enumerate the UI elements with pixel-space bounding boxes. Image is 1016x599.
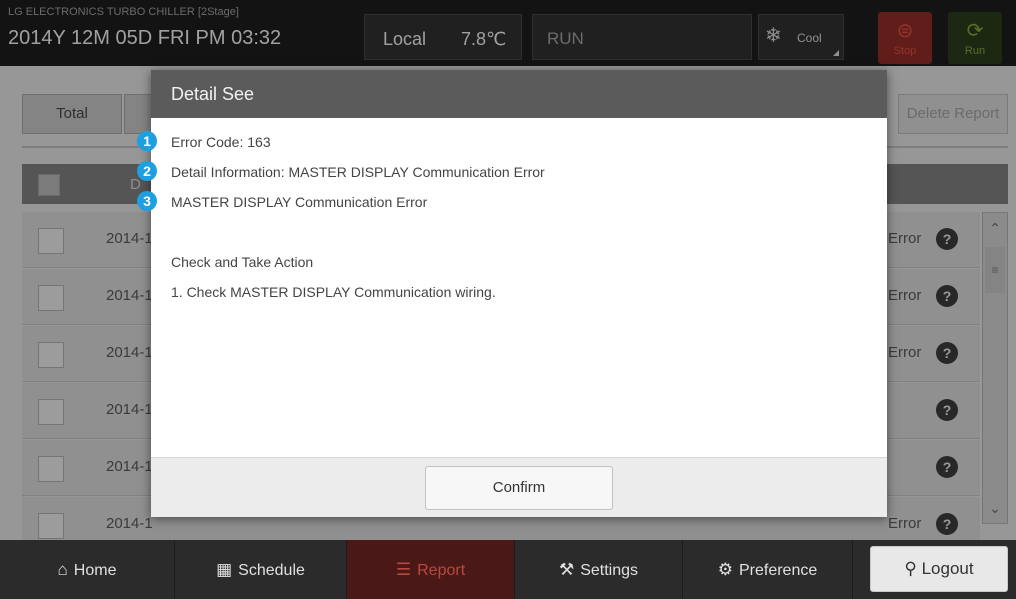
nav-preference[interactable]: ⚙ Preference (683, 540, 853, 599)
error-code: Error Code: 163 (171, 134, 271, 150)
logout-button[interactable]: ⚲ Logout (870, 546, 1008, 592)
detail-information: Detail Information: MASTER DISPLAY Commu… (171, 164, 545, 180)
nav-report-label: Report (417, 562, 466, 579)
action-heading: Check and Take Action (171, 254, 314, 270)
nav-home[interactable]: ⌂ Home (0, 540, 175, 599)
marker-2: 2 (137, 161, 157, 181)
logout-label: Logout (921, 559, 974, 578)
nav-report[interactable]: ☰ Report (347, 540, 515, 599)
marker-1: 1 (137, 131, 157, 151)
nav-schedule-label: Schedule (238, 562, 305, 579)
marker-3: 3 (137, 191, 157, 211)
tools-icon: ⚒ (558, 560, 575, 579)
action-step-1: 1. Check MASTER DISPLAY Communication wi… (171, 284, 496, 300)
calendar-icon: ▦ (216, 560, 233, 579)
nav-home-label: Home (73, 562, 117, 579)
home-icon: ⌂ (57, 560, 68, 579)
nav-schedule[interactable]: ▦ Schedule (175, 540, 347, 599)
dialog-footer: Confirm (151, 457, 887, 517)
gear-icon: ⚙ (717, 560, 733, 579)
user-icon: ⚲ (904, 559, 917, 578)
detail-dialog: Detail See Error Code: 163 Detail Inform… (151, 70, 887, 517)
nav-preference-label: Preference (738, 562, 818, 579)
confirm-button[interactable]: Confirm (425, 466, 613, 510)
nav-settings[interactable]: ⚒ Settings (515, 540, 683, 599)
error-name: MASTER DISPLAY Communication Error (171, 194, 428, 210)
list-icon: ☰ (395, 560, 412, 579)
nav-settings-label: Settings (580, 562, 639, 579)
dialog-title: Detail See (151, 70, 887, 118)
bottom-navigation: ⌂ Home ▦ Schedule ☰ Report ⚒ Settings ⚙ Prefe… (0, 540, 1016, 599)
